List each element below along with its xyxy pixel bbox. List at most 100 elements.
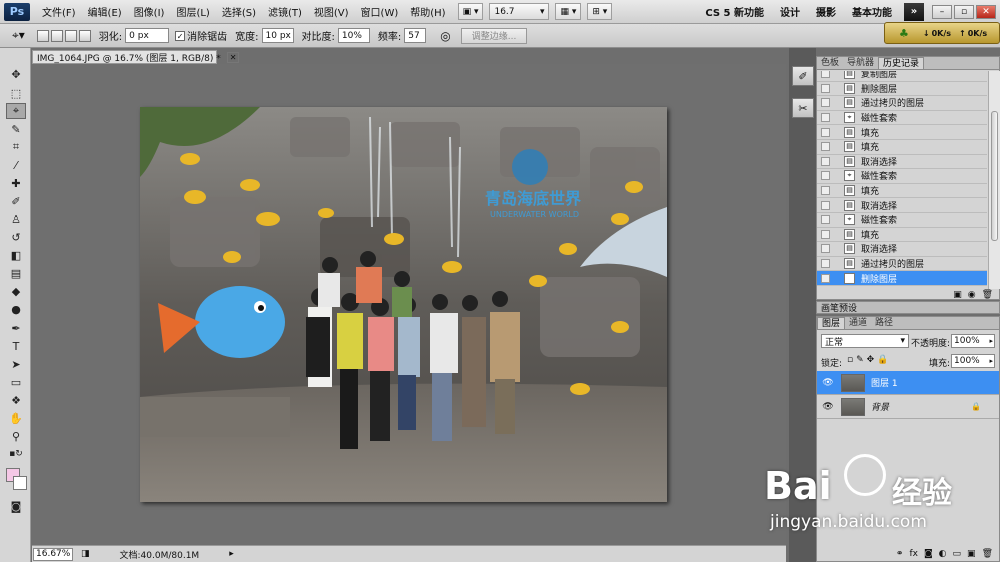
blur-tool-icon[interactable]: ◆: [6, 283, 26, 299]
layer-name[interactable]: 背景: [871, 400, 889, 413]
healing-brush-tool-icon[interactable]: ✚: [6, 175, 26, 191]
add-mask-icon[interactable]: ◙: [924, 549, 933, 559]
history-brush-source-checkbox[interactable]: [821, 113, 830, 123]
eyedropper-tool-icon[interactable]: ⁄: [6, 157, 26, 173]
contrast-input[interactable]: 10%: [337, 28, 370, 43]
background-color-swatch[interactable]: [13, 476, 27, 490]
lock-options-icons[interactable]: ▫✎✥🔒: [847, 355, 891, 365]
refine-edge-button[interactable]: 调整边缘...: [460, 27, 528, 44]
create-snapshot-icon[interactable]: ◉: [968, 290, 976, 300]
layer-row-background[interactable]: 👁 背景 🔒: [817, 395, 999, 419]
history-state-row[interactable]: ▤ 复制图层: [817, 71, 987, 82]
history-scrollbar-thumb[interactable]: [991, 111, 998, 241]
path-selection-tool-icon[interactable]: ➤: [6, 356, 26, 372]
layer-name[interactable]: 图层 1: [871, 376, 898, 389]
magnetic-lasso-preset-icon[interactable]: ⌖▾: [12, 28, 25, 43]
add-selection-icon[interactable]: [50, 29, 63, 42]
crop-tool-icon[interactable]: ⌗: [6, 139, 26, 155]
history-state-row[interactable]: ▤ 填充: [817, 140, 987, 155]
history-state-row[interactable]: ▤ 填充: [817, 184, 987, 199]
menu-image[interactable]: 图像(I): [128, 4, 171, 19]
tab-history[interactable]: 历史记录: [878, 57, 925, 69]
menu-filter[interactable]: 滤镜(T): [262, 4, 308, 19]
subtract-selection-icon[interactable]: [64, 29, 77, 42]
layer-row-layer1[interactable]: 👁 图层 1: [817, 371, 999, 395]
status-menu-arrow-icon[interactable]: ▸: [229, 549, 234, 559]
history-state-row[interactable]: ▤ 删除图层: [817, 82, 987, 97]
layer-style-icon[interactable]: fx: [909, 549, 918, 559]
opacity-input[interactable]: 100% ▸: [951, 334, 995, 348]
delete-layer-icon[interactable]: 🗑: [982, 549, 993, 559]
arrange-documents-dropdown[interactable]: ▦ ▾: [555, 3, 582, 20]
eraser-tool-icon[interactable]: ◧: [6, 247, 26, 263]
history-state-row[interactable]: ▤ 删除图层: [817, 271, 987, 286]
menu-help[interactable]: 帮助(H): [404, 4, 451, 19]
hand-tool-icon[interactable]: ✋: [6, 410, 26, 426]
tab-swatches[interactable]: 色板: [817, 57, 843, 69]
screen-layout-dropdown[interactable]: ⊞ ▾: [587, 3, 613, 20]
history-brush-source-checkbox[interactable]: [821, 171, 830, 181]
antialias-checkbox[interactable]: ✓: [175, 30, 186, 41]
history-state-row[interactable]: ▤ 填充: [817, 228, 987, 243]
document-tab[interactable]: IMG_1064.JPG @ 16.7% (图层 1, RGB/8) * ✕: [32, 50, 240, 64]
workspace-cs5-new[interactable]: CS 5 新功能: [697, 4, 772, 19]
pen-tool-icon[interactable]: ✒: [6, 320, 26, 336]
menu-window[interactable]: 窗口(W): [355, 4, 405, 19]
link-layers-icon[interactable]: ⚭: [896, 549, 904, 559]
workspace-design[interactable]: 设计: [772, 4, 808, 19]
new-group-icon[interactable]: ▭: [953, 549, 962, 559]
delete-state-icon[interactable]: 🗑: [982, 290, 993, 300]
frequency-input[interactable]: 57: [404, 28, 427, 43]
history-brush-tool-icon[interactable]: ↺: [6, 229, 26, 245]
history-state-row[interactable]: ⌖ 磁性套索: [817, 111, 987, 126]
tablet-pressure-icon[interactable]: ◎: [440, 29, 450, 43]
type-tool-icon[interactable]: T: [6, 338, 26, 354]
history-brush-source-checkbox[interactable]: [821, 215, 830, 225]
history-scrollbar[interactable]: [988, 71, 1000, 289]
opacity-slider-arrow-icon[interactable]: ▸: [989, 337, 993, 345]
move-tool-icon[interactable]: ✥: [6, 66, 26, 82]
maximize-button[interactable]: ▫: [954, 4, 974, 19]
history-brush-source-checkbox[interactable]: [821, 273, 830, 283]
document-size-info[interactable]: 文档:40.0M/80.1M: [120, 548, 200, 561]
history-brush-source-checkbox[interactable]: [821, 83, 830, 93]
visibility-eye-icon[interactable]: 👁: [821, 378, 835, 388]
marquee-tool-icon[interactable]: ⬚: [6, 85, 26, 101]
history-brush-source-checkbox[interactable]: [821, 71, 830, 79]
history-state-row[interactable]: ⌖ 磁性套索: [817, 213, 987, 228]
close-tab-icon[interactable]: ✕: [226, 51, 240, 63]
fill-input[interactable]: 100% ▸: [951, 354, 995, 368]
history-state-row[interactable]: ▤ 取消选择: [817, 198, 987, 213]
intersect-selection-icon[interactable]: [78, 29, 91, 42]
history-brush-source-checkbox[interactable]: [821, 229, 830, 239]
new-layer-icon[interactable]: ▣: [967, 549, 976, 559]
quick-mask-icon[interactable]: ◙: [6, 498, 26, 514]
brush-tool-icon[interactable]: ✐: [6, 193, 26, 209]
adjustment-layer-icon[interactable]: ◐: [939, 549, 947, 559]
shape-tool-icon[interactable]: ▭: [6, 374, 26, 390]
history-brush-source-checkbox[interactable]: [821, 142, 830, 152]
blend-mode-select[interactable]: 正常 ▾: [821, 334, 909, 348]
history-brush-source-checkbox[interactable]: [821, 259, 830, 269]
history-state-row[interactable]: ▤ 通过拷贝的图层: [817, 257, 987, 272]
tab-channels[interactable]: 通道: [845, 317, 871, 329]
menu-select[interactable]: 选择(S): [216, 4, 262, 19]
history-state-row[interactable]: ▤ 取消选择: [817, 155, 987, 170]
menu-file[interactable]: 文件(F): [36, 4, 82, 19]
menu-layer[interactable]: 图层(L): [170, 4, 215, 19]
tab-navigator[interactable]: 导航器: [843, 57, 878, 69]
zoom-dropdown[interactable]: 16.7 ▾: [489, 3, 550, 20]
default-colors-icon[interactable]: ▪↻: [6, 446, 26, 462]
history-brush-source-checkbox[interactable]: [821, 98, 830, 108]
3d-rotate-tool-icon[interactable]: ❖: [6, 392, 26, 408]
quick-selection-tool-icon[interactable]: ✎: [6, 121, 26, 137]
history-brush-source-checkbox[interactable]: [821, 244, 830, 254]
zoom-level-field[interactable]: 16.67%: [33, 547, 73, 561]
new-selection-icon[interactable]: [36, 29, 49, 42]
history-brush-source-checkbox[interactable]: [821, 127, 830, 137]
workspace-photography[interactable]: 摄影: [808, 4, 844, 19]
document-canvas[interactable]: 青岛海底世界 UNDERWATER WORLD: [140, 107, 667, 502]
dodge-tool-icon[interactable]: ●: [6, 301, 26, 317]
history-state-row[interactable]: ▤ 取消选择: [817, 242, 987, 257]
clone-stamp-tool-icon[interactable]: ♙: [6, 211, 26, 227]
